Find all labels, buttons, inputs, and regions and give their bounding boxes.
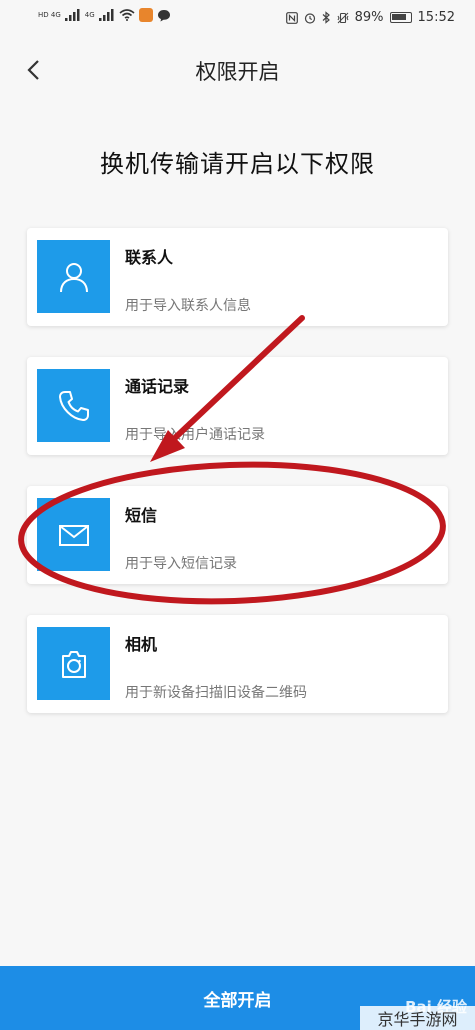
- permission-card-sms[interactable]: 短信 用于导入短信记录: [27, 486, 448, 584]
- battery-icon: [389, 12, 412, 23]
- permission-card-call-log[interactable]: 通话记录 用于导入用户通话记录: [27, 357, 448, 455]
- permission-description: 用于导入联系人信息: [125, 298, 251, 314]
- message-icon: [157, 9, 170, 21]
- vibrate-icon: [337, 12, 349, 23]
- sim2-label: 4G: [84, 11, 95, 19]
- signal-icon: [64, 9, 80, 21]
- permission-list: 联系人 用于导入联系人信息 通话记录 用于导入用户通话记录 短信 用于导入短信记…: [27, 228, 448, 744]
- bluetooth-icon: [322, 11, 330, 24]
- clock: 15:52: [417, 10, 455, 25]
- site-watermark: 京华手游网: [360, 1006, 475, 1030]
- permission-title: 相机: [125, 635, 158, 654]
- battery-percent: 89%: [354, 10, 384, 25]
- permission-title: 短信: [125, 506, 158, 525]
- nfc-icon: [285, 11, 298, 24]
- person-icon: [37, 240, 110, 313]
- permission-title: 通话记录: [125, 377, 190, 396]
- headline: 换机传输请开启以下权限: [100, 150, 375, 178]
- permission-description: 用于导入用户通话记录: [125, 427, 265, 443]
- status-left: HD 4G 4G: [38, 8, 171, 22]
- wifi-icon: [119, 9, 135, 21]
- mail-icon: [37, 498, 110, 571]
- camera-icon: [37, 627, 110, 700]
- status-right: 89% 15:52: [285, 10, 455, 25]
- alarm-icon: [304, 12, 315, 24]
- permission-description: 用于新设备扫描旧设备二维码: [125, 685, 307, 701]
- permission-description: 用于导入短信记录: [125, 556, 237, 572]
- signal-icon: [98, 9, 114, 21]
- permission-card-contacts[interactable]: 联系人 用于导入联系人信息: [27, 228, 448, 326]
- status-bar: HD 4G 4G 89% 15:52: [0, 0, 475, 36]
- permission-card-camera[interactable]: 相机 用于新设备扫描旧设备二维码: [27, 615, 448, 713]
- header: 权限开启: [0, 36, 475, 104]
- enable-all-label: 全部开启: [203, 990, 272, 1011]
- phone-icon: [37, 369, 110, 442]
- permission-title: 联系人: [125, 248, 174, 267]
- app-notification-icon: [138, 8, 153, 22]
- sim1-label: HD 4G: [38, 11, 61, 19]
- page-title: 权限开启: [195, 60, 280, 84]
